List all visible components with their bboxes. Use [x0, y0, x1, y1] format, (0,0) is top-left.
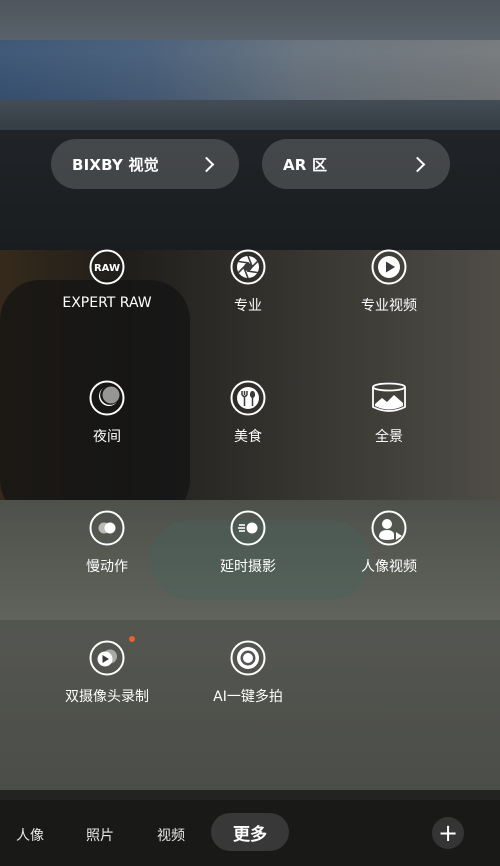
chevron-right-icon [409, 156, 426, 172]
panorama-icon [371, 380, 407, 416]
raw-icon: RAW [89, 249, 125, 285]
raw-icon-text: RAW [94, 263, 120, 274]
mode-label: 慢动作 [86, 559, 128, 575]
mode-expert-raw[interactable]: RAW EXPERT RAW [37, 249, 177, 311]
mode-pro-video[interactable]: 专业视频 [319, 249, 459, 315]
mode-single-take[interactable]: AI一键多拍 [178, 640, 318, 706]
mode-hyperlapse[interactable]: 延时摄影 [178, 510, 318, 576]
mode-night[interactable]: 夜间 [37, 380, 177, 446]
mode-label: 专业视频 [361, 298, 417, 314]
chevron-right-icon [198, 156, 215, 172]
pro-video-icon [371, 249, 407, 285]
ar-zone-button[interactable]: AR 区 [262, 139, 450, 189]
ar-zone-label: AR 区 [283, 155, 328, 174]
mode-label: EXPERT RAW [62, 295, 152, 311]
mode-label: 夜间 [93, 429, 121, 445]
single-take-icon [230, 640, 266, 676]
mode-slow-motion[interactable]: 慢动作 [37, 510, 177, 576]
mode-label: 双摄像头录制 [65, 689, 149, 705]
aperture-icon [230, 249, 266, 285]
add-mode-button[interactable]: + [432, 817, 464, 849]
moon-icon [89, 380, 125, 416]
tab-more[interactable]: 更多 [211, 813, 289, 851]
mode-label: 人像视频 [361, 559, 417, 575]
mode-portrait-video[interactable]: 人像视频 [319, 510, 459, 576]
hyperlapse-icon [230, 510, 266, 546]
bixby-vision-label: BIXBY 视觉 [72, 155, 159, 174]
mode-label: AI一键多拍 [213, 689, 283, 705]
tab-video[interactable]: 视频 [157, 825, 185, 845]
plus-icon: + [437, 819, 459, 847]
new-badge-dot [129, 636, 135, 642]
tab-photo[interactable]: 照片 [86, 825, 114, 845]
mode-food[interactable]: 美食 [178, 380, 318, 446]
mode-label: 全景 [375, 429, 403, 445]
fork-spoon-icon [230, 380, 266, 416]
dual-recording-icon [89, 636, 135, 676]
slow-motion-icon [89, 510, 125, 546]
mode-label: 美食 [234, 429, 262, 445]
camera-mode-bar: 人像 照片 视频 更多 [0, 790, 500, 866]
mode-dual-recording[interactable]: 双摄像头录制 [37, 636, 177, 706]
bixby-vision-button[interactable]: BIXBY 视觉 [51, 139, 239, 189]
mode-label: 延时摄影 [220, 559, 276, 575]
portrait-video-icon [371, 510, 407, 546]
tab-portrait[interactable]: 人像 [16, 825, 44, 845]
mode-panorama[interactable]: 全景 [319, 380, 459, 446]
mode-pro[interactable]: 专业 [178, 249, 318, 315]
mode-label: 专业 [234, 298, 262, 314]
